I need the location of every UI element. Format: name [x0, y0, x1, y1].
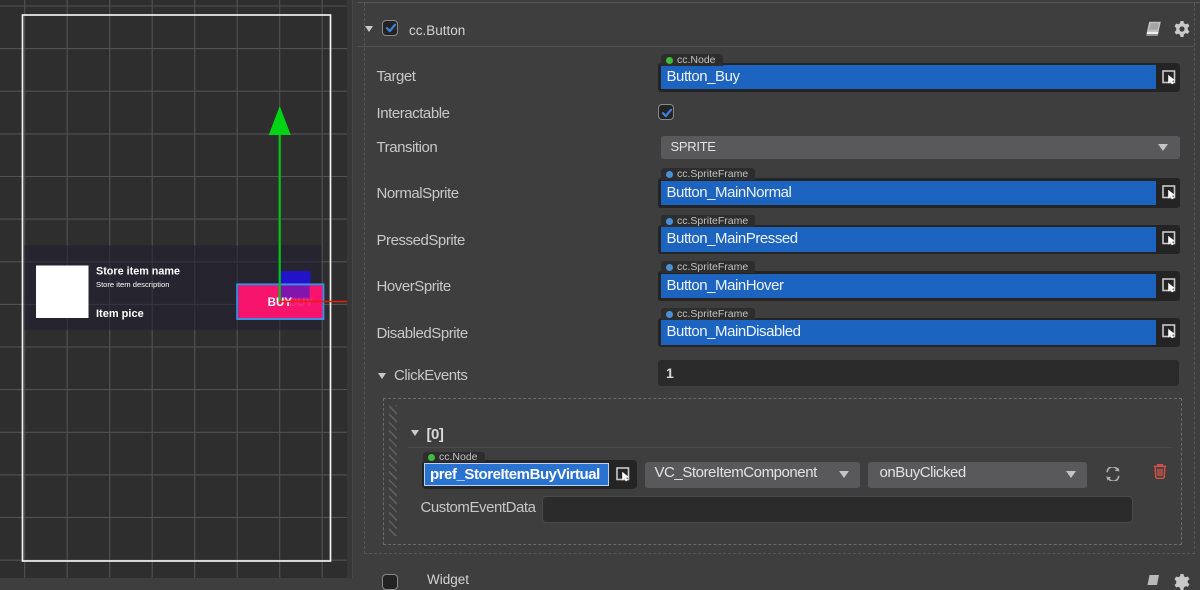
svg-text:Store item description: Store item description: [96, 280, 169, 289]
svg-text:Item pice: Item pice: [96, 308, 144, 320]
svg-text:BUY: BUY: [289, 297, 314, 309]
svg-text:Store item name: Store item name: [96, 266, 180, 278]
